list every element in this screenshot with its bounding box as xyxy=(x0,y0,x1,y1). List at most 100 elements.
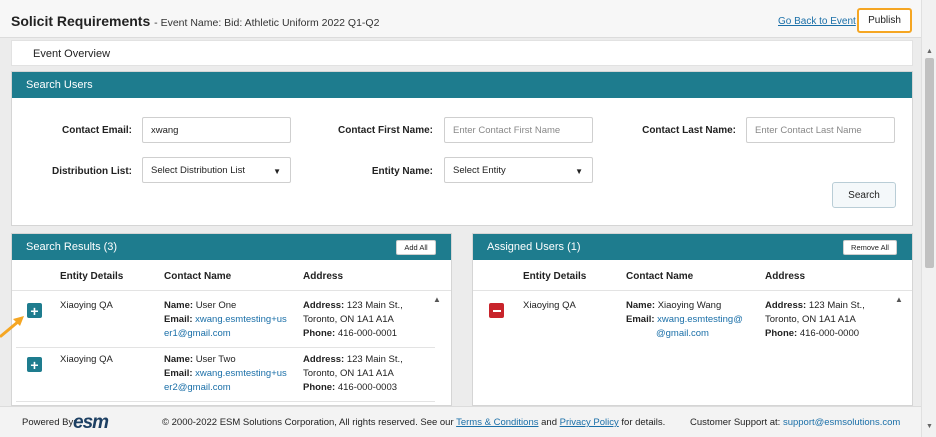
address-label: Address: xyxy=(765,300,807,311)
contact-name: User One xyxy=(195,300,237,311)
scroll-up-arrow-icon[interactable]: ▲ xyxy=(926,48,933,55)
column-header-contact: Contact Name xyxy=(164,271,232,282)
copyright-label: © 2000-2022 ESM Solutions Corporation, A… xyxy=(162,417,454,428)
contact-details: Name: User One Email: xwang.esmtesting+u… xyxy=(164,299,294,341)
phone-number: 416-000-0003 xyxy=(337,382,398,393)
contact-name: User Two xyxy=(195,354,236,365)
go-back-to-event-link[interactable]: Go Back to Event xyxy=(778,16,856,27)
header-divider xyxy=(12,290,451,291)
contact-email[interactable]: xwang.esmtesting+us xyxy=(195,314,287,325)
add-all-button[interactable]: Add All xyxy=(396,240,436,255)
publish-button[interactable]: Publish xyxy=(857,8,912,33)
privacy-policy-link[interactable]: Privacy Policy xyxy=(560,417,619,428)
distribution-list-select[interactable]: Select Distribution List ▼ xyxy=(142,157,291,183)
top-bar: Solicit Requirements - Event Name: Bid: … xyxy=(0,0,921,38)
contact-email-cont[interactable]: @gmail.com xyxy=(626,327,756,341)
minus-icon xyxy=(492,309,501,312)
support-label: Customer Support at: xyxy=(690,417,781,428)
phone-label: Phone: xyxy=(765,328,798,339)
address-line1: 123 Main St., xyxy=(808,300,865,311)
scrollbar-thumb[interactable] xyxy=(925,58,934,268)
contact-first-name-label: Contact First Name: xyxy=(337,125,433,136)
column-header-entity: Entity Details xyxy=(523,271,587,282)
contact-email[interactable]: xwang.esmtesting+us xyxy=(195,368,287,379)
address-details: Address: 123 Main St., Toronto, ON 1A1 A… xyxy=(303,353,433,395)
tab-event-overview[interactable]: Event Overview xyxy=(33,48,110,60)
name-label: Name: xyxy=(626,300,656,311)
address-line2: Toronto, ON 1A1 A1A xyxy=(303,368,394,379)
address-line2: Toronto, ON 1A1 A1A xyxy=(303,314,394,325)
contact-email-label: Contact Email: xyxy=(61,125,132,136)
contact-last-name-label: Contact Last Name: xyxy=(642,125,736,136)
chevron-down-icon: ▼ xyxy=(575,167,583,176)
column-header-contact: Contact Name xyxy=(626,271,694,282)
search-users-header: Search Users xyxy=(12,72,912,98)
support-email-link[interactable]: support@esmsolutions.com xyxy=(783,417,900,428)
customer-support: Customer Support at: support@esmsolution… xyxy=(690,417,900,428)
powered-by-label: Powered By: xyxy=(22,417,76,428)
name-label: Name: xyxy=(164,354,194,365)
address-line1: 123 Main St., xyxy=(346,354,403,365)
email-label: Email: xyxy=(164,314,193,325)
row-divider xyxy=(16,401,435,402)
entity-name-value: Select Entity xyxy=(453,164,506,176)
contact-email[interactable]: xwang.esmtesting@ xyxy=(657,314,743,325)
contact-details: Name: User Two Email: xwang.esmtesting+u… xyxy=(164,353,294,395)
search-results-panel: Search Results (3) Add All Entity Detail… xyxy=(11,233,452,406)
address-details: Address: 123 Main St., Toronto, ON 1A1 A… xyxy=(303,299,433,341)
add-user-button[interactable]: + xyxy=(27,303,42,318)
address-label: Address: xyxy=(303,354,345,365)
contact-name: Xiaoying Wang xyxy=(657,300,722,311)
email-label: Email: xyxy=(164,368,193,379)
entity-name: Xiaoying QA xyxy=(60,300,113,311)
search-users-panel: Search Users Contact Email: xwang Contac… xyxy=(11,71,913,226)
distribution-list-value: Select Distribution List xyxy=(151,164,245,176)
contact-email-cont[interactable]: er2@gmail.com xyxy=(164,381,294,395)
remove-all-button[interactable]: Remove All xyxy=(843,240,897,255)
and-text: and xyxy=(541,417,557,428)
entity-name: Xiaoying QA xyxy=(60,354,113,365)
search-results-header: Search Results (3) xyxy=(12,234,451,260)
column-header-address: Address xyxy=(303,271,344,282)
column-header-address: Address xyxy=(765,271,806,282)
esm-logo: esm xyxy=(73,412,109,433)
event-name-subtitle: - Event Name: Bid: Athletic Uniform 2022… xyxy=(154,17,380,29)
copyright-text: © 2000-2022 ESM Solutions Corporation, A… xyxy=(162,417,665,428)
terms-conditions-link[interactable]: Terms & Conditions xyxy=(456,417,538,428)
page-scrollbar[interactable]: ▲ ▼ xyxy=(921,0,936,437)
contact-email-input[interactable]: xwang xyxy=(142,117,291,143)
list-scroll-up-icon[interactable]: ▲ xyxy=(895,295,903,304)
address-label: Address: xyxy=(303,300,345,311)
entity-name-select[interactable]: Select Entity ▼ xyxy=(444,157,593,183)
annotation-arrow-icon xyxy=(0,316,24,338)
contact-email-cont[interactable]: er1@gmail.com xyxy=(164,327,294,341)
chevron-down-icon: ▼ xyxy=(273,167,281,176)
address-details: Address: 123 Main St., Toronto, ON 1A1 A… xyxy=(765,299,895,341)
page-title-text: Solicit Requirements xyxy=(11,13,151,29)
page-title: Solicit Requirements - Event Name: Bid: … xyxy=(11,13,379,29)
footer: Powered By: esm © 2000-2022 ESM Solution… xyxy=(0,406,921,437)
details-text: for details. xyxy=(621,417,666,428)
distribution-list-label: Distribution List: xyxy=(52,166,132,177)
email-label: Email: xyxy=(626,314,655,325)
assigned-users-panel: Assigned Users (1) Remove All Entity Det… xyxy=(472,233,913,406)
contact-last-name-input[interactable]: Enter Contact Last Name xyxy=(746,117,895,143)
name-label: Name: xyxy=(164,300,194,311)
phone-number: 416-000-0001 xyxy=(337,328,398,339)
phone-number: 416-000-0000 xyxy=(799,328,860,339)
search-button[interactable]: Search xyxy=(832,182,896,208)
scroll-down-arrow-icon[interactable]: ▼ xyxy=(926,423,933,430)
contact-first-name-input[interactable]: Enter Contact First Name xyxy=(444,117,593,143)
entity-name-label: Entity Name: xyxy=(371,166,433,177)
remove-user-button[interactable] xyxy=(489,303,504,318)
address-line2: Toronto, ON 1A1 A1A xyxy=(765,314,856,325)
column-header-entity: Entity Details xyxy=(60,271,124,282)
tab-bar: Event Overview xyxy=(11,40,913,66)
address-line1: 123 Main St., xyxy=(346,300,403,311)
phone-label: Phone: xyxy=(303,382,336,393)
header-divider xyxy=(473,290,912,291)
list-scroll-up-icon[interactable]: ▲ xyxy=(433,295,441,304)
row-divider xyxy=(16,347,435,348)
add-user-button[interactable]: + xyxy=(27,357,42,372)
phone-label: Phone: xyxy=(303,328,336,339)
